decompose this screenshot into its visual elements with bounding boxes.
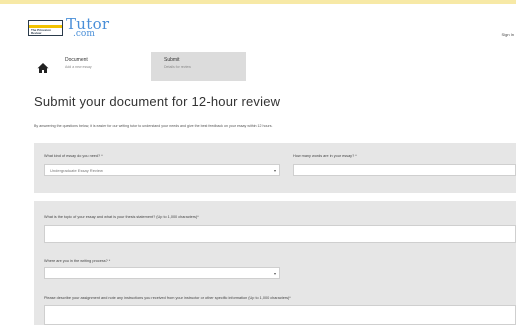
- essay-type-value: Undergraduate Essay Review: [50, 168, 103, 173]
- chevron-down-icon: ▾: [273, 271, 276, 276]
- logo[interactable]: The Princeton Review Tutor .com: [28, 15, 109, 39]
- writing-stage-select[interactable]: ▾: [44, 267, 280, 279]
- essay-type-select[interactable]: Undergraduate Essay Review ▾: [44, 164, 280, 176]
- chevron-down-icon: ▾: [273, 168, 276, 173]
- logo-box: The Princeton Review: [28, 20, 63, 36]
- essay-details-panel: What kind of essay do you need? * Underg…: [34, 143, 516, 193]
- main-idea-textarea[interactable]: [44, 225, 516, 243]
- step-title: Document: [65, 57, 88, 63]
- step-description: Details for review: [164, 65, 191, 69]
- top-accent-bar: [0, 0, 516, 4]
- word-count-input[interactable]: [293, 164, 516, 176]
- word-count-label: How many words are in your essay? *: [293, 154, 357, 158]
- essay-type-label: What kind of essay do you need? *: [44, 154, 103, 158]
- feedback-textarea[interactable]: [44, 305, 516, 325]
- logo-domain: .com: [73, 29, 95, 39]
- feedback-label: Please describe your assignment and note…: [44, 296, 291, 300]
- step-submit[interactable]: Submit Details for review: [151, 52, 246, 81]
- step-document[interactable]: Document Add a new essay: [52, 52, 152, 81]
- step-title: Submit: [164, 57, 180, 63]
- home-icon[interactable]: [36, 61, 50, 75]
- main-idea-label: What is the topic of your essay and what…: [44, 215, 199, 219]
- sign-in-link[interactable]: Sign In: [502, 32, 514, 37]
- logo-box-text: The Princeton Review: [31, 28, 52, 35]
- page-title: Submit your document for 12-hour review: [34, 94, 281, 109]
- essay-content-panel: What is the topic of your essay and what…: [34, 201, 516, 325]
- step-description: Add a new essay: [65, 65, 92, 69]
- intro-text: By answering the questions below, it is …: [34, 124, 273, 128]
- writing-stage-label: Where are you in the writing process? *: [44, 259, 111, 263]
